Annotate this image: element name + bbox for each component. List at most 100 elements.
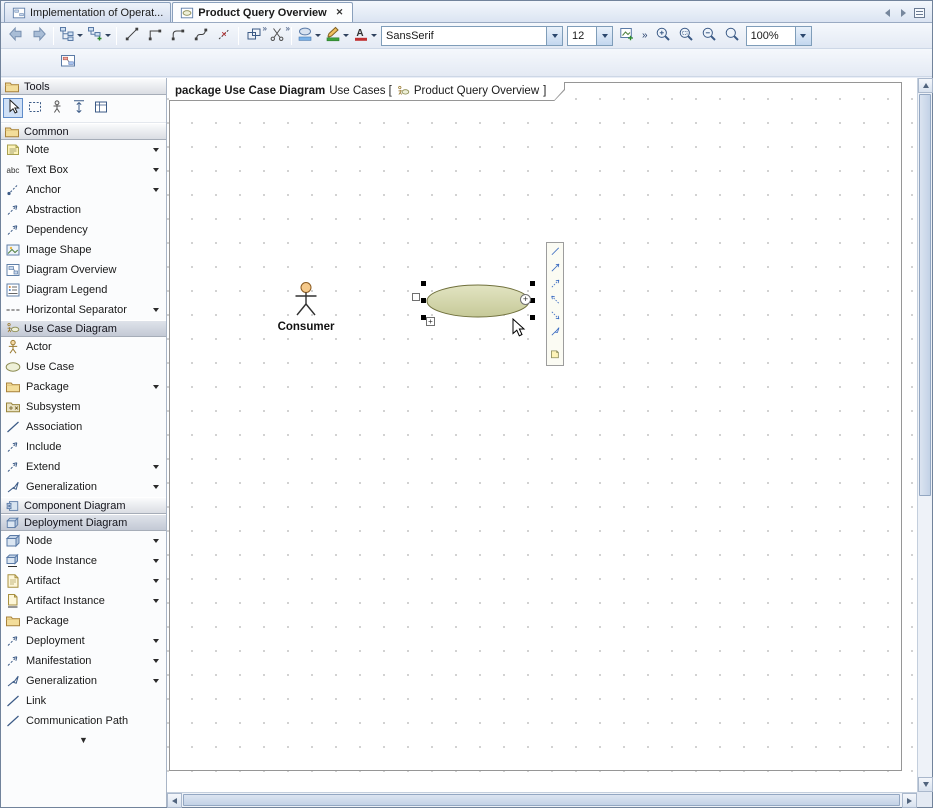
palette-item-extend[interactable]: Extend [1,457,166,477]
expand-variants-icon[interactable] [153,465,159,469]
expand-variants-icon[interactable] [153,188,159,192]
usecase-ellipse[interactable] [426,284,530,321]
layout-table-tool-button[interactable] [91,98,111,118]
tab-implementation-of-operations[interactable]: Implementation of Operat... [4,2,171,22]
expand-variants-icon[interactable] [153,308,159,312]
palette-item-generalization[interactable]: Generalization [1,477,166,497]
show-compartments-button[interactable]: + [426,317,435,326]
expand-variants-icon[interactable] [153,579,159,583]
palette-item-diagram-overview[interactable]: Diagram Overview [1,260,166,280]
palette-item-anchor[interactable]: Anchor [1,180,166,200]
palette-item-dependency[interactable]: Dependency [1,220,166,240]
line-color-button[interactable] [323,25,351,47]
add-related-element-button[interactable]: + [520,294,531,305]
rubber-band-select-tool-button[interactable] [25,98,45,118]
rounded-path-style-button[interactable] [166,25,189,47]
expand-variants-icon[interactable] [153,639,159,643]
font-name-combo[interactable]: SansSerif [381,26,563,46]
tab-product-query-overview[interactable]: Product Query Overview✕ [172,2,353,22]
vertical-scrollbar[interactable] [917,78,932,792]
containment-tree-button[interactable] [57,25,85,47]
toolbar-overflow-button[interactable]: » [642,30,648,41]
expand-variants-icon[interactable] [153,485,159,489]
palette-item-link[interactable]: Link [1,691,166,711]
palette-item-horizontal-separator[interactable]: Horizontal Separator [1,300,166,320]
draw-extend-tool[interactable] [548,293,563,308]
palette-item-manifestation[interactable]: Manifestation [1,651,166,671]
palette-item-subsystem[interactable]: Subsystem [1,397,166,417]
zoom-combo-dropdown-button[interactable] [795,27,811,45]
palette-section-component-diagram[interactable]: Component Diagram [1,497,166,514]
expand-variants-icon[interactable] [153,559,159,563]
back-button[interactable] [4,25,27,47]
palette-item-generalization-deployment[interactable]: Generalization [1,671,166,691]
scroll-tabs-right-button[interactable] [897,6,910,19]
zoom-fit-button[interactable] [721,25,744,47]
palette-item-node[interactable]: Node [1,531,166,551]
draw-path-tool[interactable] [548,245,563,260]
distribute-tool-button[interactable] [69,98,89,118]
scroll-down-button[interactable] [918,777,933,792]
horizontal-scrollbar[interactable] [167,792,917,807]
tab-list-button[interactable] [913,6,926,19]
palette-item-text-box[interactable]: abcText Box [1,160,166,180]
rectilinear-path-style-button[interactable] [143,25,166,47]
palette-section-tools[interactable]: Tools [1,78,166,95]
remove-breakpoints-button[interactable] [212,25,235,47]
refactor-cut-button[interactable] [265,25,288,47]
zoom-out-button[interactable] [698,25,721,47]
selection-tool-button[interactable] [3,98,23,118]
dropdown-arrow-icon[interactable] [343,34,349,37]
expand-variants-icon[interactable] [153,539,159,543]
resize-handle-top-left[interactable] [421,281,426,286]
zoom-region-button[interactable] [675,25,698,47]
draw-dependency-tool[interactable] [548,309,563,324]
make-same-size-button[interactable] [242,25,265,47]
palette-item-include[interactable]: Include [1,437,166,457]
dropdown-arrow-icon[interactable] [371,34,377,37]
button-overflow-indicator[interactable]: » [286,24,290,33]
palette-item-image-shape[interactable]: Image Shape [1,240,166,260]
vertical-scroll-thumb[interactable] [919,94,931,496]
dropdown-arrow-icon[interactable] [105,34,111,37]
dropdown-arrow-icon[interactable] [77,34,83,37]
resize-handle-bottom-right[interactable] [530,315,535,320]
expand-variants-icon[interactable] [153,385,159,389]
palette-item-deployment[interactable]: Deployment [1,631,166,651]
palette-item-package-deployment[interactable]: Package [1,611,166,631]
actor-consumer-shape[interactable]: Consumer [275,281,337,333]
insert-note-tool[interactable] [548,348,563,363]
expand-variants-icon[interactable] [153,599,159,603]
horizontal-scroll-thumb[interactable] [183,794,900,806]
close-tab-icon[interactable]: ✕ [334,7,346,18]
palette-section-deployment-diagram[interactable]: Deployment Diagram [1,514,166,531]
zoom-in-button[interactable] [652,25,675,47]
save-as-image-button[interactable] [615,25,638,47]
selected-usecase-shape[interactable]: + + [421,280,535,324]
scroll-left-button[interactable] [167,793,182,808]
palette-section-common[interactable]: Common [1,123,166,140]
palette-item-artifact-instance[interactable]: Artifact Instance [1,591,166,611]
palette-item-package[interactable]: Package [1,377,166,397]
dropdown-arrow-icon[interactable] [315,34,321,37]
resize-handle-top-right[interactable] [530,281,535,286]
diagram-properties-button[interactable] [56,52,79,74]
palette-item-communication-path[interactable]: Communication Path [1,711,166,731]
font-name-combo-dropdown-button[interactable] [546,27,562,45]
expand-variants-icon[interactable] [153,168,159,172]
palette-item-note[interactable]: Note [1,140,166,160]
font-size-combo[interactable]: 12 [567,26,613,46]
palette-item-use-case[interactable]: Use Case [1,357,166,377]
palette-item-node-instance[interactable]: Node Instance [1,551,166,571]
zoom-combo[interactable]: 100% [746,26,812,46]
palette-item-actor[interactable]: Actor [1,337,166,357]
palette-item-association[interactable]: Association [1,417,166,437]
bezier-path-style-button[interactable] [189,25,212,47]
resize-handle-mid-left[interactable] [421,298,426,303]
palette-item-artifact[interactable]: Artifact [1,571,166,591]
fill-color-button[interactable] [295,25,323,47]
palette-scroll-down-button[interactable]: ▼ [1,731,166,749]
palette-item-diagram-legend[interactable]: Diagram Legend [1,280,166,300]
oblique-path-style-button[interactable] [120,25,143,47]
draw-association-tool[interactable] [548,261,563,276]
